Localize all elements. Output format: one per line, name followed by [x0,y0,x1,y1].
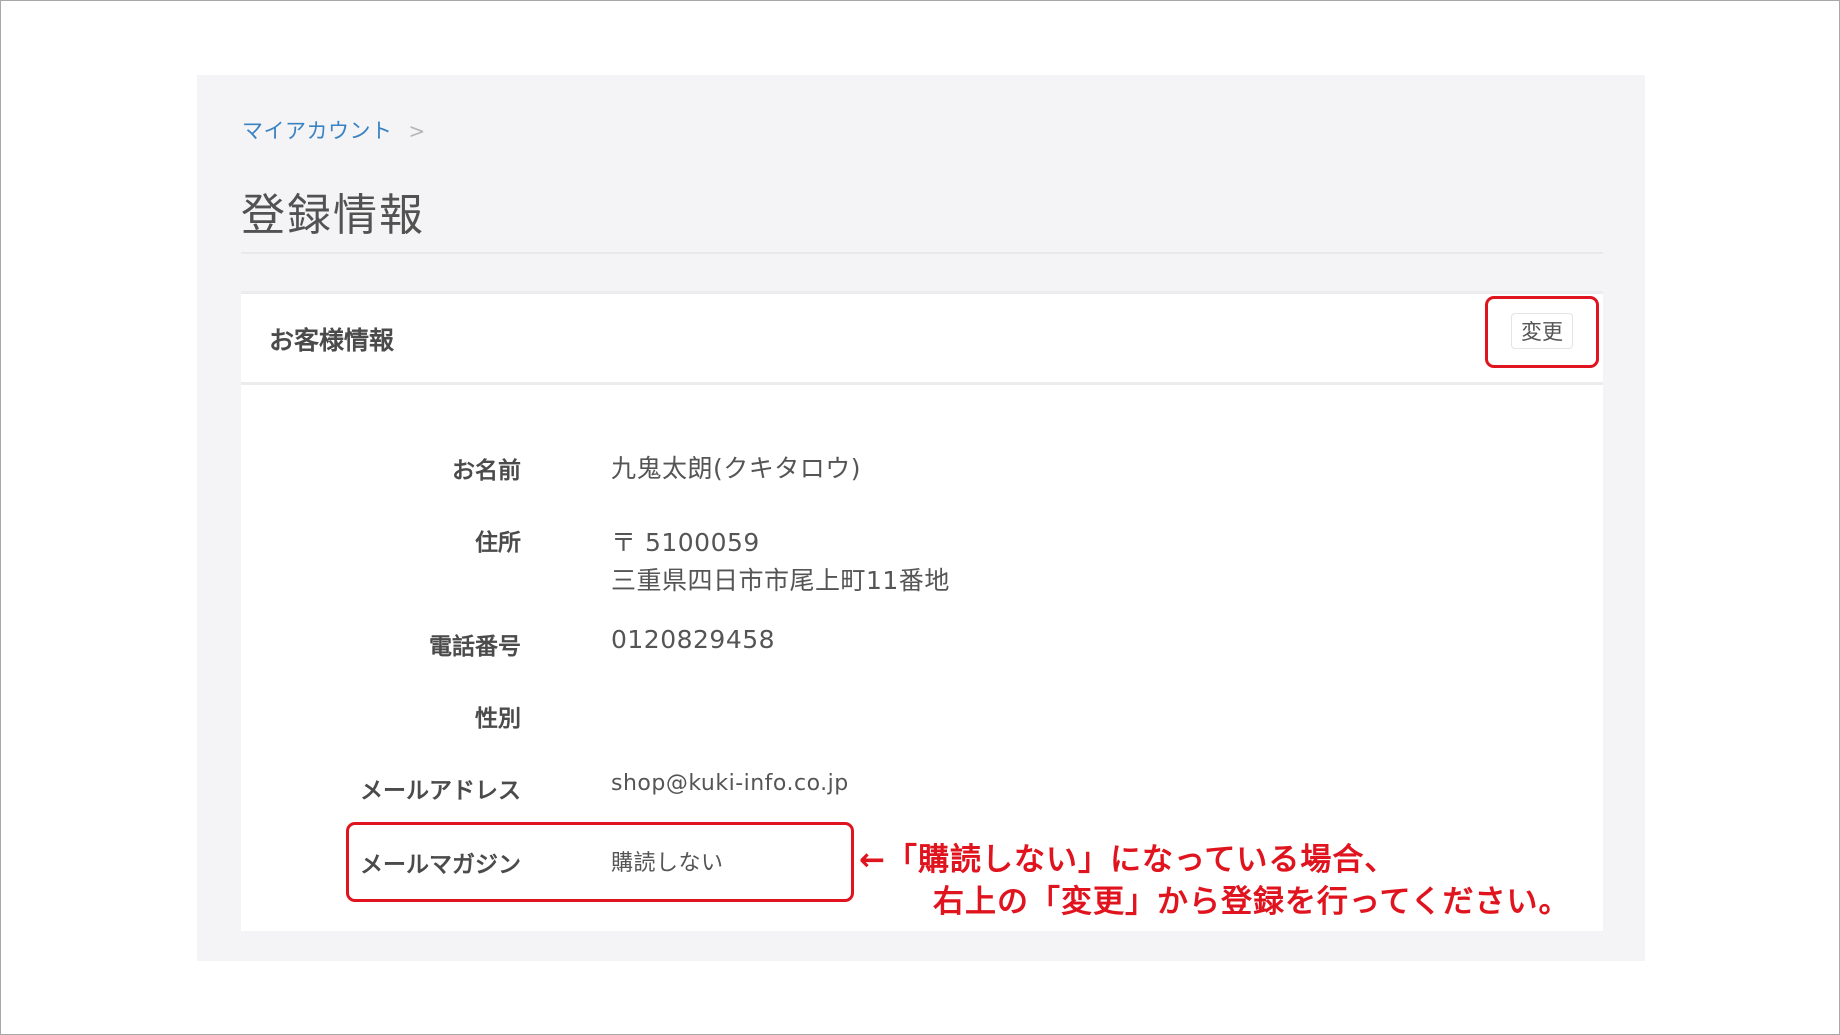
annotation-line-1: ←「購読しない」になっている場合、 [859,842,1397,878]
name-label: お名前 [452,458,521,484]
postal-code-value: 〒 5100059 [611,528,760,557]
customer-info-header: お客様情報 変更 [241,291,1603,385]
name-value: 九鬼太朗(クキタロウ) [611,454,862,483]
phone-value: 0120829458 [611,625,776,654]
edit-button[interactable]: 変更 [1511,313,1573,349]
breadcrumb-separator: > [408,119,426,143]
customer-info-title: お客様情報 [269,326,395,355]
page-title: 登録情報 [241,190,425,241]
email-label: メールアドレス [360,778,521,804]
breadcrumb-link-my-account[interactable]: マイアカウント [242,119,393,143]
address-value: 三重県四日市市尾上町11番地 [611,566,950,595]
address-label: 住所 [475,530,521,556]
phone-label: 電話番号 [429,634,521,660]
email-value: shop@kuki-info.co.jp [611,771,849,796]
instruction-annotation: ←「購読しない」になっている場合、 右上の「変更」から登録を行ってください。 [859,839,1571,923]
screenshot-frame: マイアカウント > 登録情報 お客様情報 変更 お名前 九鬼太朗(クキタロウ) 住… [0,0,1840,1035]
annotation-line-2: 右上の「変更」から登録を行ってください。 [933,884,1571,920]
gender-label: 性別 [475,706,521,732]
mail-magazine-highlight [346,822,854,902]
edit-button-highlight: 変更 [1485,296,1599,368]
title-divider [241,252,1603,254]
breadcrumb: マイアカウント > [242,115,426,145]
